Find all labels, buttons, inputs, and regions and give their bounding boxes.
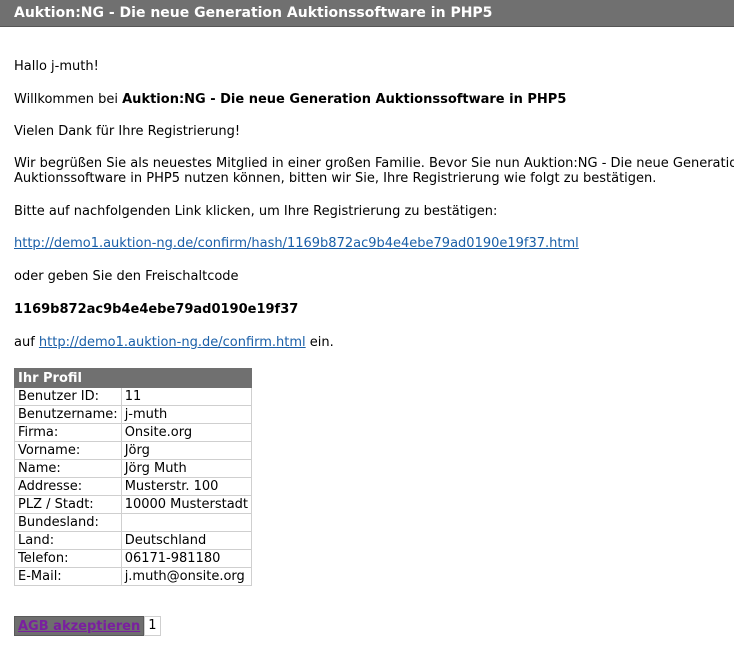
confirm-page-line: auf http://demo1.auktion-ng.de/confirm.h…: [14, 335, 334, 350]
welcome-line: Willkommen bei Auktion:NG - Die neue Gen…: [14, 92, 566, 107]
profile-label: Name:: [14, 459, 122, 478]
profile-value: j-muth: [120, 405, 253, 424]
profile-value: Jörg Muth: [120, 459, 253, 478]
profile-label: E-Mail:: [14, 567, 122, 586]
thanks-line: Vielen Dank für Ihre Registrierung!: [14, 124, 241, 139]
profile-label: Firma:: [14, 423, 122, 442]
profile-row: Name: Jörg Muth: [14, 459, 253, 478]
profile-row: Benutzer ID: 11: [14, 387, 253, 406]
profile-label: Bundesland:: [14, 513, 122, 532]
page-title: Auktion:NG - Die neue Generation Auktion…: [14, 5, 493, 21]
profile-row: Land: Deutschland: [14, 531, 253, 550]
click-instruction: Bitte auf nachfolgenden Link klicken, um…: [14, 204, 498, 219]
page-title-bar: Auktion:NG - Die neue Generation Auktion…: [0, 0, 734, 27]
confirm-link-line: http://demo1.auktion-ng.de/confirm/hash/…: [14, 236, 579, 251]
profile-label: Benutzer ID:: [14, 387, 122, 406]
welcome-prefix: Willkommen bei: [14, 92, 123, 107]
profile-row: Benutzername: j-muth: [14, 405, 253, 424]
intro-line-1: Wir begrüßen Sie als neuestes Mitglied i…: [14, 156, 734, 171]
profile-value: Deutschland: [120, 531, 253, 550]
profile-label: PLZ / Stadt:: [14, 495, 122, 514]
profile-label: Land:: [14, 531, 122, 550]
accept-terms-value: 1: [144, 616, 161, 636]
on-suffix: ein.: [305, 335, 334, 350]
profile-row: Vorname: Jörg: [14, 441, 253, 460]
profile-value: 06171-981180: [120, 549, 253, 568]
profile-row: Telefon: 06171-981180: [14, 549, 253, 568]
profile-row: Bundesland:: [14, 513, 253, 532]
profile-row: Addresse: Musterstr. 100: [14, 477, 253, 496]
profile-value: Onsite.org: [120, 423, 253, 442]
or-code-line: oder geben Sie den Freischaltcode: [14, 269, 239, 284]
profile-table: Ihr Profil Benutzer ID: 11 Benutzername: j-…: [13, 368, 253, 586]
welcome-product-name: Auktion:NG - Die neue Generation Auktion…: [122, 92, 567, 107]
intro-line-2: Auktionssoftware in PHP5 nutzen können, …: [14, 171, 657, 186]
profile-label: Benutzername:: [14, 405, 122, 424]
profile-value: Musterstr. 100: [120, 477, 253, 496]
accept-terms-link[interactable]: AGB akzeptieren: [14, 616, 145, 636]
profile-value: [120, 513, 253, 532]
profile-value: Jörg: [120, 441, 253, 460]
activation-code: 1169b872ac9b4e4ebe79ad0190e19f37: [14, 302, 299, 317]
profile-label: Addresse:: [14, 477, 122, 496]
profile-value: 10000 Musterstadt: [120, 495, 253, 514]
on-prefix: auf: [14, 335, 39, 350]
profile-row: Firma: Onsite.org: [14, 423, 253, 442]
profile-value: 11: [120, 387, 253, 406]
profile-row: E-Mail: j.muth@onsite.org: [14, 567, 253, 586]
confirm-page-link[interactable]: http://demo1.auktion-ng.de/confirm.html: [39, 335, 306, 350]
profile-label: Vorname:: [14, 441, 122, 460]
profile-value: j.muth@onsite.org: [120, 567, 253, 586]
profile-rows: Benutzer ID: 11 Benutzername: j-muth Firma: O…: [14, 387, 253, 586]
profile-heading: Ihr Profil: [13, 368, 253, 388]
greeting: Hallo j-muth!: [14, 59, 99, 74]
accept-terms-row: AGB akzeptieren 1: [14, 616, 161, 636]
profile-label: Telefon:: [14, 549, 122, 568]
profile-row: PLZ / Stadt: 10000 Musterstadt: [14, 495, 253, 514]
confirm-hash-link[interactable]: http://demo1.auktion-ng.de/confirm/hash/…: [14, 236, 579, 251]
